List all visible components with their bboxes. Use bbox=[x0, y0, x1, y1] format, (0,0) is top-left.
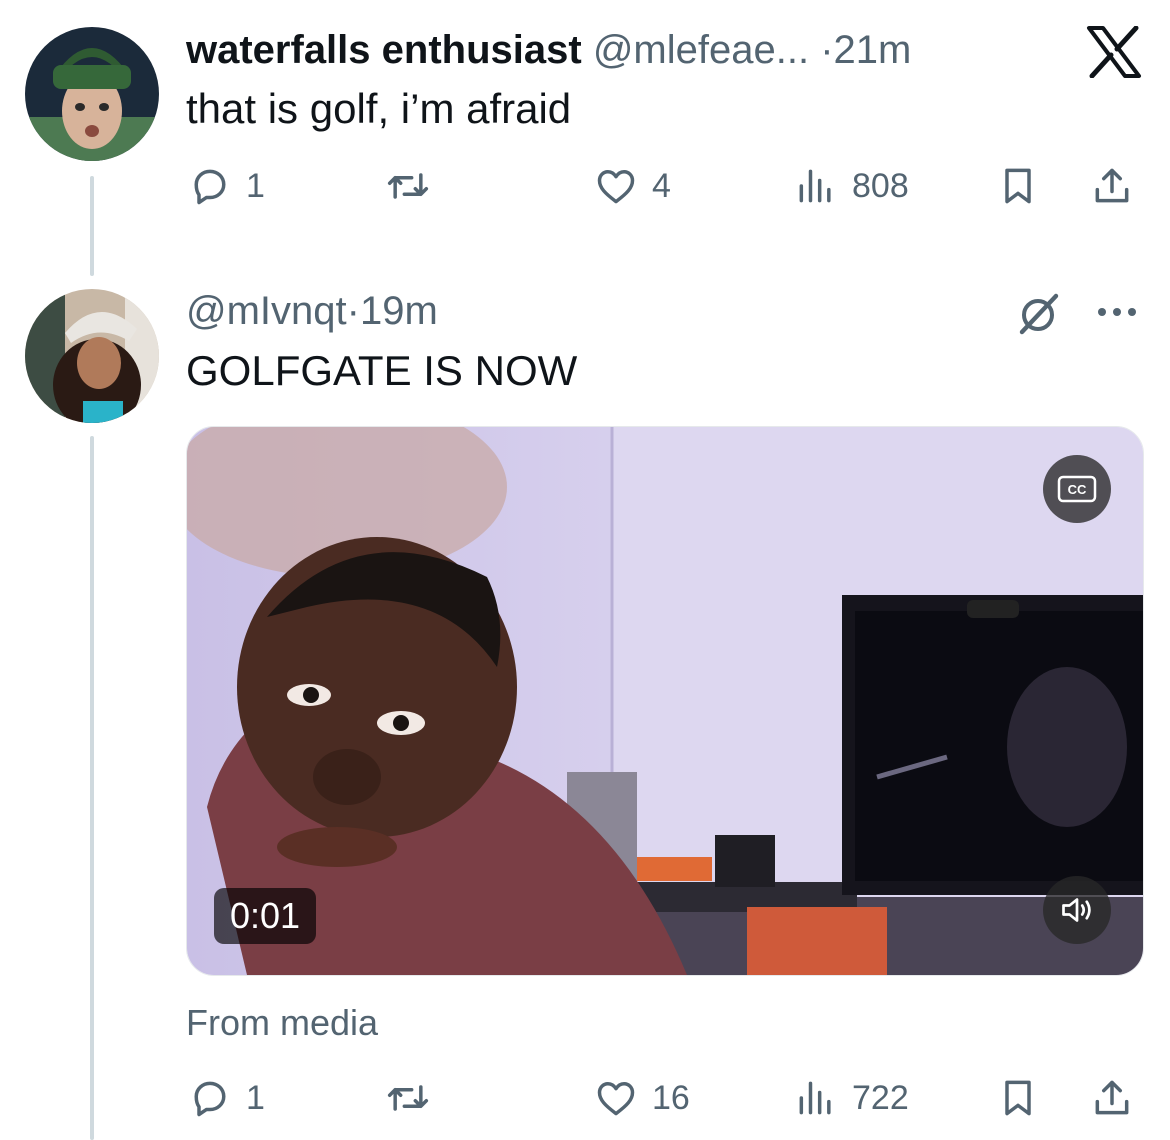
tweet-text: GOLFGATE IS NOW bbox=[186, 347, 578, 394]
bookmark-icon bbox=[1005, 1080, 1031, 1116]
video-player[interactable] bbox=[186, 426, 1144, 976]
tweet-meta: waterfalls enthusiast @mlefeae... ·21m bbox=[186, 26, 911, 74]
like-count: 4 bbox=[652, 166, 671, 205]
cc-icon: CC bbox=[1057, 475, 1097, 503]
heart-icon bbox=[597, 169, 635, 204]
retweet-button[interactable] bbox=[386, 1076, 430, 1120]
x-logo-icon[interactable] bbox=[1086, 25, 1142, 79]
share-icon bbox=[1095, 1080, 1129, 1115]
handle[interactable]: @mlefeae... bbox=[593, 28, 809, 72]
like-button[interactable]: 4 bbox=[594, 164, 671, 208]
share-icon bbox=[1095, 168, 1129, 203]
volume-button[interactable] bbox=[1043, 876, 1111, 944]
thread-line-top bbox=[90, 176, 94, 276]
retweet-button[interactable] bbox=[386, 164, 430, 208]
share-button[interactable] bbox=[1090, 1076, 1134, 1120]
bookmark-icon bbox=[1005, 168, 1031, 204]
views-icon bbox=[799, 169, 831, 203]
view-count: 808 bbox=[852, 166, 909, 205]
grok-icon[interactable] bbox=[1014, 290, 1062, 338]
more-icon[interactable] bbox=[1094, 292, 1140, 332]
handle[interactable]: @mIvnqt bbox=[186, 289, 347, 333]
timestamp[interactable]: ·19m bbox=[347, 289, 438, 333]
bookmark-button[interactable] bbox=[996, 1076, 1040, 1120]
tweet-text: that is golf, i’m afraid bbox=[186, 85, 572, 132]
retweet-icon bbox=[387, 1085, 429, 1111]
cc-label: CC bbox=[1068, 482, 1087, 497]
avatar[interactable] bbox=[25, 289, 159, 423]
volume-icon bbox=[1062, 898, 1091, 922]
view-count: 722 bbox=[852, 1078, 909, 1117]
video-timer: 0:01 bbox=[214, 888, 317, 944]
tweet-meta: @mIvnqt·19m bbox=[186, 287, 438, 335]
source-label[interactable]: From media bbox=[186, 1002, 378, 1044]
reply-count: 1 bbox=[246, 166, 265, 205]
avatar[interactable] bbox=[25, 27, 159, 161]
views-button[interactable]: 722 bbox=[794, 1076, 909, 1120]
reply-icon bbox=[194, 1081, 226, 1117]
heart-icon bbox=[597, 1081, 635, 1116]
reply-icon bbox=[194, 169, 226, 205]
reply-count: 1 bbox=[246, 1078, 265, 1117]
views-button[interactable]: 808 bbox=[794, 164, 909, 208]
reply-button[interactable]: 1 bbox=[188, 164, 265, 208]
like-button[interactable]: 16 bbox=[594, 1076, 690, 1120]
bookmark-button[interactable] bbox=[996, 164, 1040, 208]
views-icon bbox=[799, 1081, 831, 1115]
share-button[interactable] bbox=[1090, 164, 1134, 208]
captions-button[interactable]: CC bbox=[1043, 455, 1111, 523]
timestamp[interactable]: ·21m bbox=[820, 28, 911, 72]
display-name[interactable]: waterfalls enthusiast bbox=[186, 28, 582, 72]
like-count: 16 bbox=[652, 1078, 690, 1117]
retweet-icon bbox=[387, 173, 429, 199]
thread-line-bottom bbox=[90, 436, 94, 1140]
reply-button[interactable]: 1 bbox=[188, 1076, 265, 1120]
